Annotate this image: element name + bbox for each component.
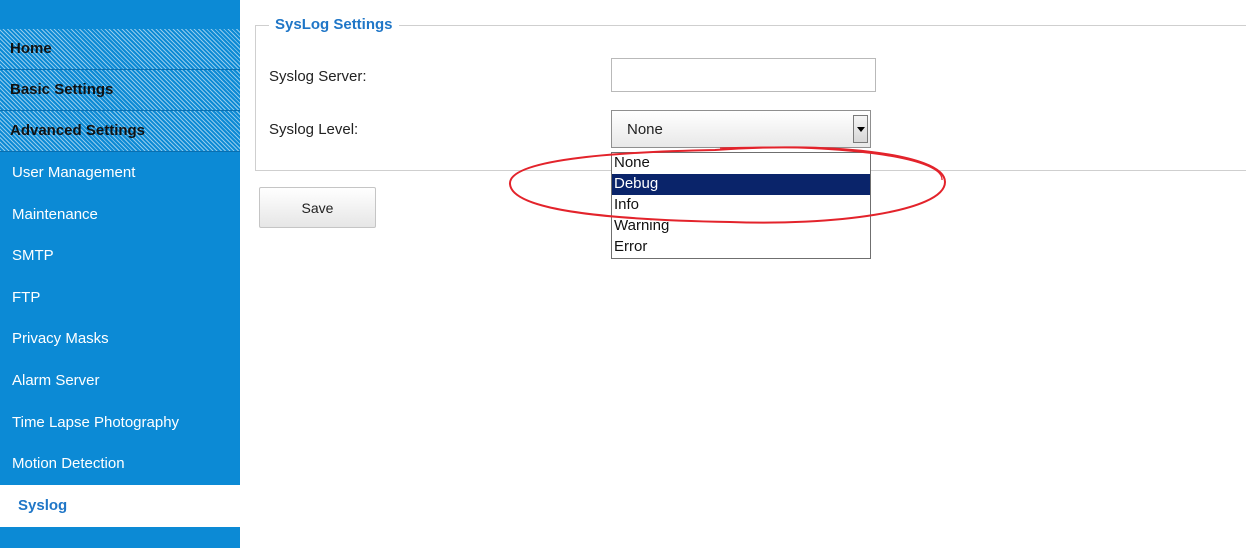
syslog-server-label: Syslog Server: — [269, 68, 367, 85]
sidebar-header-basic-settings[interactable]: Basic Settings — [0, 70, 240, 111]
sidebar-item-motion-detection[interactable]: Motion Detection — [0, 443, 240, 485]
page: Home Basic Settings Advanced Settings Us… — [0, 0, 1246, 548]
option-error[interactable]: Error — [612, 237, 870, 258]
sidebar-item-maintenance[interactable]: Maintenance — [0, 193, 240, 236]
annotation-ellipse — [508, 146, 947, 224]
sidebar-header-home[interactable]: Home — [0, 29, 240, 70]
syslog-level-label: Syslog Level: — [269, 121, 359, 138]
dropdown-arrow-icon[interactable] — [853, 115, 868, 143]
sidebar-item-smtp[interactable]: SMTP — [0, 235, 240, 277]
syslog-server-input[interactable] — [611, 58, 876, 92]
sidebar-top-bar — [0, 0, 240, 29]
syslog-level-selected-value: None — [627, 121, 663, 138]
sidebar-header-advanced-settings[interactable]: Advanced Settings — [0, 111, 240, 152]
sidebar-item-alarm-server[interactable]: Alarm Server — [0, 359, 240, 402]
sidebar-item-privacy-masks[interactable]: Privacy Masks — [0, 318, 240, 360]
sidebar-item-time-lapse-photography[interactable]: Time Lapse Photography — [0, 401, 240, 444]
sidebar-item-syslog[interactable]: Syslog — [0, 484, 240, 527]
sidebar-item-ftp[interactable]: FTP — [0, 276, 240, 319]
save-button[interactable]: Save — [259, 187, 376, 228]
sidebar-item-user-management[interactable]: User Management — [0, 152, 240, 194]
syslog-settings-legend: SysLog Settings — [269, 16, 399, 33]
sidebar-bottom-bar — [0, 527, 240, 548]
sidebar: Home Basic Settings Advanced Settings Us… — [0, 0, 240, 548]
